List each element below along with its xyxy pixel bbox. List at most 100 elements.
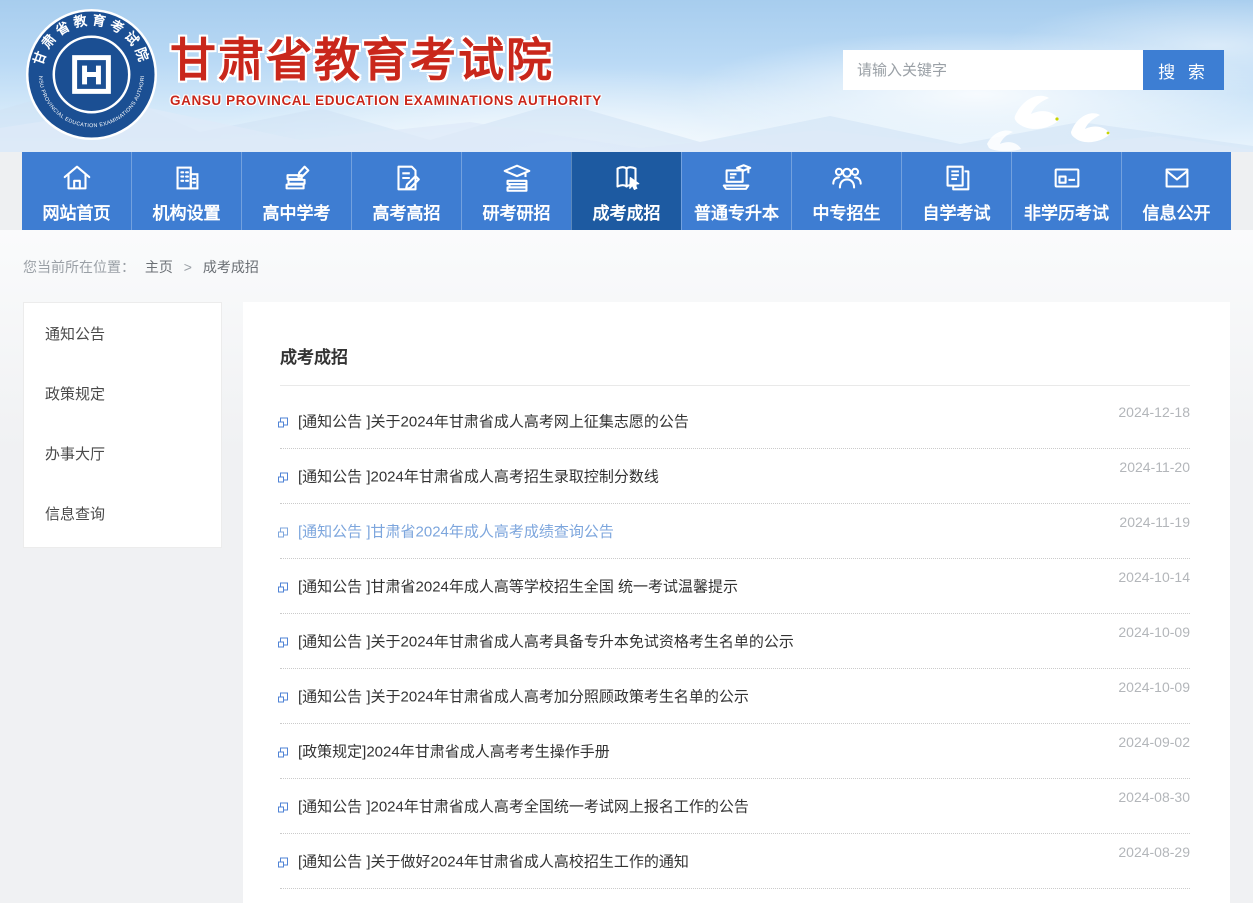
- article-row: [通知公告 ]关于2024年甘肃省成人高考加分照顾政策考生名单的公示 2024-1…: [280, 669, 1190, 724]
- article-title: [通知公告 ]2024年甘肃省成人高考招生录取控制分数线: [298, 466, 659, 487]
- brand: 甘肃省教育考试院 GANSU PROVINCIAL EDUCATION EXAM…: [25, 8, 602, 141]
- breadcrumb-separator: >: [184, 259, 192, 275]
- article-title: [通知公告 ]关于2024年甘肃省成人高考网上征集志愿的公告: [298, 411, 689, 432]
- nav-item-label: 非学历考试: [1012, 199, 1121, 224]
- article-link[interactable]: [通知公告 ]甘肃省2024年成人高等学校招生全国 统一考试温馨提示: [280, 576, 738, 597]
- article-row: [通知公告 ]关于做好2024年甘肃省成人高校招生工作的通知 2024-08-29: [280, 834, 1190, 889]
- article-bullet-icon: [280, 417, 288, 425]
- article-title: [通知公告 ]甘肃省2024年成人高考成绩查询公告: [298, 521, 614, 542]
- nav-item-label: 自学考试: [902, 199, 1011, 224]
- sidebar-item-info-query[interactable]: 信息查询: [24, 485, 221, 545]
- article-row: [通知公告 ]甘肃省2024年成人高考成绩查询公告 2024-11-19: [280, 504, 1190, 559]
- search-box: 搜 索: [843, 50, 1224, 90]
- article-row: [政策规定]2024年甘肃省成人高考考生操作手册 2024-09-02: [280, 724, 1190, 779]
- sidebar-item-service-hall[interactable]: 办事大厅: [24, 425, 221, 485]
- nav-item-org-setup[interactable]: 机构设置: [131, 152, 241, 230]
- article-link[interactable]: [通知公告 ]2024年甘肃省成人高考招生录取控制分数线: [280, 466, 659, 487]
- article-bullet-icon: [280, 857, 288, 865]
- breadcrumb-prefix: 您当前所在位置：: [23, 259, 135, 275]
- article-link[interactable]: [政策规定]2024年甘肃省成人高考考生操作手册: [280, 741, 610, 762]
- site-logo: 甘肃省教育考试院 GANSU PROVINCIAL EDUCATION EXAM…: [25, 8, 158, 141]
- article-row: [通知公告 ]关于2024年甘肃省成人高考具备专升本免试资格考生名单的公示 202…: [280, 614, 1190, 669]
- article-title: [通知公告 ]关于做好2024年甘肃省成人高校招生工作的通知: [298, 851, 689, 872]
- nav-item-label: 信息公开: [1122, 199, 1231, 224]
- nav-item-label: 中专招生: [792, 199, 901, 224]
- nav-item-label: 高考高招: [352, 199, 461, 224]
- article-date: 2024-08-30: [1118, 789, 1190, 805]
- people-icon: [792, 161, 901, 198]
- doves-decoration: [985, 88, 1135, 152]
- nav-item-adult-exam[interactable]: 成考成招: [571, 152, 681, 230]
- nav-item-label: 研考研招: [462, 199, 571, 224]
- nav-item-zhuanshengben[interactable]: 普通专升本: [681, 152, 791, 230]
- main-panel: 成考成招 [通知公告 ]关于2024年甘肃省成人高考网上征集志愿的公告 2024-…: [243, 302, 1230, 903]
- id-card-icon: [1012, 161, 1121, 198]
- article-bullet-icon: [280, 527, 288, 535]
- article-title: [通知公告 ]2024年甘肃省成人高考全国统一考试网上报名工作的公告: [298, 796, 749, 817]
- laptop-cap-icon: [682, 161, 791, 198]
- article-link[interactable]: [通知公告 ]2024年甘肃省成人高考全国统一考试网上报名工作的公告: [280, 796, 749, 817]
- site-title: 甘肃省教育考试院: [170, 34, 602, 87]
- article-title: [通知公告 ]甘肃省2024年成人高等学校招生全国 统一考试温馨提示: [298, 576, 738, 597]
- books-pencil-icon: [242, 161, 351, 198]
- graduation-books-icon: [462, 161, 571, 198]
- article-bullet-icon: [280, 802, 288, 810]
- nav-item-postgrad-exam[interactable]: 研考研招: [461, 152, 571, 230]
- nav-item-home[interactable]: 网站首页: [22, 152, 131, 230]
- sidebar: 通知公告政策规定办事大厅信息查询: [23, 302, 222, 548]
- documents-icon: [902, 161, 1011, 198]
- article-date: 2024-08-29: [1118, 844, 1190, 860]
- envelope-icon: [1122, 161, 1231, 198]
- article-row: [通知公告 ]2024年甘肃省成人高考全国统一考试网上报名工作的公告 2024-0…: [280, 779, 1190, 834]
- site-header: 甘肃省教育考试院 GANSU PROVINCIAL EDUCATION EXAM…: [0, 0, 1253, 152]
- home-icon: [22, 161, 131, 198]
- article-row: [通知公告 ]关于2024年甘肃省成人高考网上征集志愿的公告 2024-12-18: [280, 394, 1190, 449]
- nav-item-info-disclosure[interactable]: 信息公开: [1121, 152, 1231, 230]
- article-link[interactable]: [通知公告 ]关于2024年甘肃省成人高考网上征集志愿的公告: [280, 411, 689, 432]
- document-pen-icon: [352, 161, 461, 198]
- article-date: 2024-12-18: [1118, 404, 1190, 420]
- article-date: 2024-11-20: [1119, 459, 1190, 475]
- article-link[interactable]: [通知公告 ]关于2024年甘肃省成人高考具备专升本免试资格考生名单的公示: [280, 631, 794, 652]
- nav-item-label: 高中学考: [242, 199, 351, 224]
- article-bullet-icon: [280, 582, 288, 590]
- building-icon: [132, 161, 241, 198]
- breadcrumb: 您当前所在位置： 主页 > 成考成招: [23, 230, 1230, 302]
- nav-item-non-degree-exam[interactable]: 非学历考试: [1011, 152, 1121, 230]
- search-input[interactable]: [843, 50, 1143, 90]
- article-link[interactable]: [通知公告 ]关于2024年甘肃省成人高考加分照顾政策考生名单的公示: [280, 686, 749, 707]
- search-button[interactable]: 搜 索: [1143, 50, 1224, 90]
- article-bullet-icon: [280, 472, 288, 480]
- article-date: 2024-10-14: [1118, 569, 1190, 585]
- article-row: [通知公告 ]甘肃省2024年成人高等学校招生全国 统一考试温馨提示 2024-1…: [280, 559, 1190, 614]
- article-bullet-icon: [280, 692, 288, 700]
- article-link[interactable]: [通知公告 ]关于做好2024年甘肃省成人高校招生工作的通知: [280, 851, 689, 872]
- nav-item-secondary-vocational[interactable]: 中专招生: [791, 152, 901, 230]
- book-cursor-icon: [572, 161, 681, 198]
- article-date: 2024-09-02: [1118, 734, 1190, 750]
- article-title: [政策规定]2024年甘肃省成人高考考生操作手册: [298, 741, 610, 762]
- sidebar-item-notices[interactable]: 通知公告: [24, 305, 221, 365]
- article-bullet-icon: [280, 747, 288, 755]
- article-title: [通知公告 ]关于2024年甘肃省成人高考加分照顾政策考生名单的公示: [298, 686, 749, 707]
- sidebar-item-policies[interactable]: 政策规定: [24, 365, 221, 425]
- nav-item-label: 普通专升本: [682, 199, 791, 224]
- nav-item-label: 机构设置: [132, 199, 241, 224]
- article-date: 2024-10-09: [1118, 679, 1190, 695]
- article-date: 2024-11-19: [1119, 514, 1190, 530]
- site-title-english: GANSU PROVINCAL EDUCATION EXAMINATIONS A…: [170, 93, 602, 108]
- nav-item-label: 成考成招: [572, 199, 681, 224]
- article-bullet-icon: [280, 637, 288, 645]
- article-date: 2024-10-09: [1118, 624, 1190, 640]
- nav-item-high-school-exam[interactable]: 高中学考: [241, 152, 351, 230]
- breadcrumb-current[interactable]: 成考成招: [203, 259, 259, 275]
- main-nav: 网站首页机构设置高中学考高考高招研考研招成考成招普通专升本中专招生自学考试非学历…: [22, 152, 1231, 230]
- nav-item-gaokao-admission[interactable]: 高考高招: [351, 152, 461, 230]
- nav-item-self-study-exam[interactable]: 自学考试: [901, 152, 1011, 230]
- article-list: [通知公告 ]关于2024年甘肃省成人高考网上征集志愿的公告 2024-12-18…: [280, 386, 1190, 889]
- page-body: 您当前所在位置： 主页 > 成考成招 通知公告政策规定办事大厅信息查询 成考成招…: [0, 230, 1253, 903]
- nav-item-label: 网站首页: [22, 199, 131, 224]
- breadcrumb-home-link[interactable]: 主页: [145, 259, 173, 275]
- page-title: 成考成招: [280, 302, 1190, 386]
- article-link[interactable]: [通知公告 ]甘肃省2024年成人高考成绩查询公告: [280, 521, 614, 542]
